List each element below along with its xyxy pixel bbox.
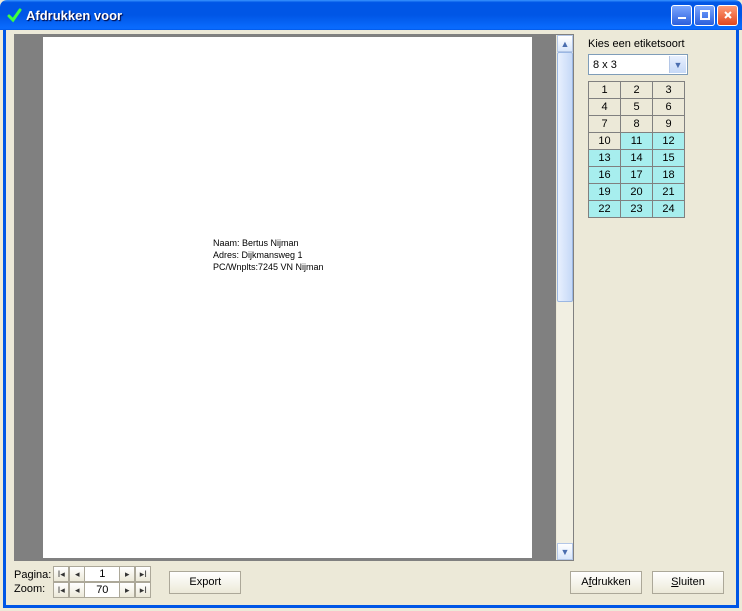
label-type-heading: Kies een etiketsoort bbox=[588, 38, 726, 50]
label-cell-6[interactable]: 6 bbox=[653, 99, 685, 116]
zoom-pager: І◂ ◂ 70 ▸ ▸І bbox=[53, 582, 151, 598]
titlebar: Afdrukken voor bbox=[0, 0, 742, 30]
app-icon bbox=[6, 7, 22, 23]
close-button[interactable] bbox=[717, 5, 738, 26]
preview-line-name: Naam: Bertus Nijman bbox=[213, 237, 324, 249]
export-label: Export bbox=[189, 576, 221, 588]
label-cell-12[interactable]: 12 bbox=[653, 133, 685, 150]
label-cell-9[interactable]: 9 bbox=[653, 116, 685, 133]
label-cell-15[interactable]: 15 bbox=[653, 150, 685, 167]
label-cell-7[interactable]: 7 bbox=[589, 116, 621, 133]
page-next-button[interactable]: ▸ bbox=[119, 566, 135, 582]
scroll-thumb[interactable] bbox=[557, 52, 573, 302]
label-cell-3[interactable]: 3 bbox=[653, 82, 685, 99]
page-value: 1 bbox=[85, 566, 119, 582]
page-first-button[interactable]: І◂ bbox=[53, 566, 69, 582]
scroll-down-button[interactable]: ▼ bbox=[557, 543, 573, 560]
label-cell-21[interactable]: 21 bbox=[653, 184, 685, 201]
page-prev-button[interactable]: ◂ bbox=[69, 566, 85, 582]
chevron-down-icon: ▼ bbox=[669, 56, 686, 73]
minimize-button[interactable] bbox=[671, 5, 692, 26]
zoom-label: Zoom: bbox=[14, 583, 51, 595]
zoom-last-button[interactable]: ▸І bbox=[135, 582, 151, 598]
scroll-up-button[interactable]: ▲ bbox=[557, 35, 573, 52]
export-button[interactable]: Export bbox=[169, 571, 241, 594]
close-dialog-button[interactable]: Sluiten bbox=[652, 571, 724, 594]
window-title: Afdrukken voor bbox=[26, 8, 671, 23]
preview-scrollbar[interactable]: ▲ ▼ bbox=[556, 35, 573, 560]
label-cell-4[interactable]: 4 bbox=[589, 99, 621, 116]
print-button[interactable]: Afdrukken bbox=[570, 571, 642, 594]
page-last-button[interactable]: ▸І bbox=[135, 566, 151, 582]
maximize-button[interactable] bbox=[694, 5, 715, 26]
footer-bar: Pagina: Zoom: І◂ ◂ 1 ▸ ▸І І◂ ◂ 70 ▸ ▸І bbox=[14, 561, 730, 599]
label-cell-19[interactable]: 19 bbox=[589, 184, 621, 201]
preview-line-address: Adres: Dijkmansweg 1 bbox=[213, 249, 324, 261]
label-cell-23[interactable]: 23 bbox=[621, 201, 653, 218]
label-cell-5[interactable]: 5 bbox=[621, 99, 653, 116]
page-label: Pagina: bbox=[14, 569, 51, 581]
label-cell-11[interactable]: 11 bbox=[621, 133, 653, 150]
label-sidebar: Kies een etiketsoort 8 x 3 ▼ 12345678910… bbox=[580, 34, 730, 561]
label-cell-22[interactable]: 22 bbox=[589, 201, 621, 218]
label-cell-8[interactable]: 8 bbox=[621, 116, 653, 133]
label-cell-16[interactable]: 16 bbox=[589, 167, 621, 184]
preview-page: Naam: Bertus Nijman Adres: Dijkmansweg 1… bbox=[43, 37, 532, 558]
zoom-prev-button[interactable]: ◂ bbox=[69, 582, 85, 598]
label-grid: 123456789101112131415161718192021222324 bbox=[588, 81, 685, 218]
page-pager: І◂ ◂ 1 ▸ ▸І bbox=[53, 566, 151, 582]
label-cell-14[interactable]: 14 bbox=[621, 150, 653, 167]
label-type-value: 8 x 3 bbox=[593, 59, 617, 71]
label-type-dropdown[interactable]: 8 x 3 ▼ bbox=[588, 54, 688, 75]
label-cell-10[interactable]: 10 bbox=[589, 133, 621, 150]
label-cell-13[interactable]: 13 bbox=[589, 150, 621, 167]
label-cell-24[interactable]: 24 bbox=[653, 201, 685, 218]
zoom-first-button[interactable]: І◂ bbox=[53, 582, 69, 598]
label-cell-17[interactable]: 17 bbox=[621, 167, 653, 184]
label-cell-2[interactable]: 2 bbox=[621, 82, 653, 99]
print-preview: Naam: Bertus Nijman Adres: Dijkmansweg 1… bbox=[14, 34, 574, 561]
zoom-next-button[interactable]: ▸ bbox=[119, 582, 135, 598]
label-cell-20[interactable]: 20 bbox=[621, 184, 653, 201]
zoom-value: 70 bbox=[85, 582, 119, 598]
label-cell-1[interactable]: 1 bbox=[589, 82, 621, 99]
label-cell-18[interactable]: 18 bbox=[653, 167, 685, 184]
label-preview-text: Naam: Bertus Nijman Adres: Dijkmansweg 1… bbox=[213, 237, 324, 273]
preview-line-postal: PC/Wnplts:7245 VN Nijman bbox=[213, 261, 324, 273]
scroll-track[interactable] bbox=[557, 52, 573, 543]
